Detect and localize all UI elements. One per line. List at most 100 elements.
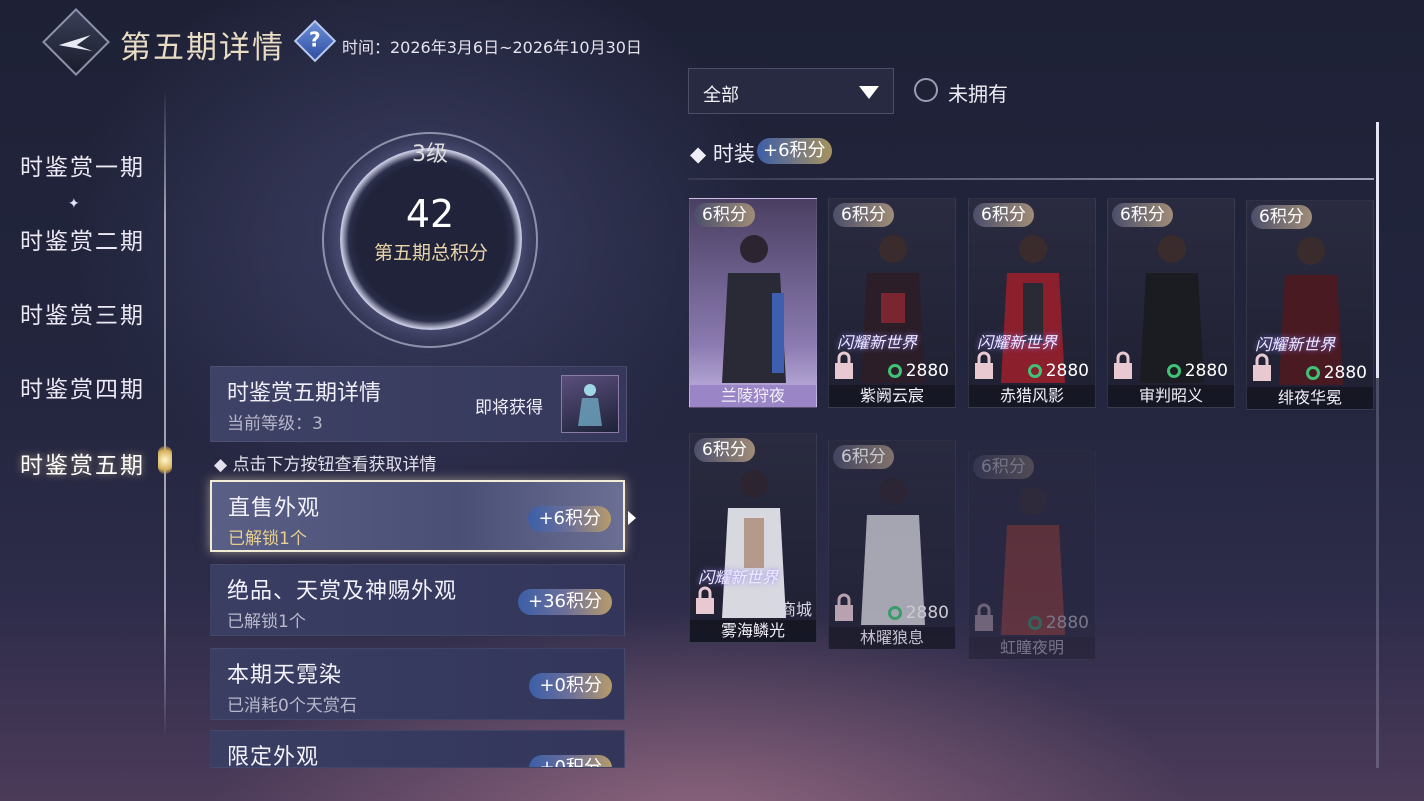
points-badge: 6积分 <box>1251 205 1312 229</box>
menu-sub: 已解锁1个 <box>228 529 307 549</box>
character-figure <box>1279 237 1343 385</box>
points-badge: 6积分 <box>694 438 755 462</box>
outfit-card[interactable]: 6积分 2880 林曜狼息 <box>828 440 956 650</box>
nav-item-period-2[interactable]: 时鉴赏二期 <box>20 222 145 256</box>
character-figure <box>722 470 786 618</box>
price: 2880 <box>887 361 949 381</box>
points-badge: +36积分 <box>518 589 612 615</box>
back-arrow-icon <box>58 35 93 52</box>
lock-icon <box>835 593 853 621</box>
menu-premium[interactable]: 绝品、天赏及神赐外观 已解锁1个 +36积分 <box>210 564 625 636</box>
outfit-card[interactable]: 6积分 闪耀新世界 2880 紫阙云宸 <box>828 198 956 408</box>
outfit-card[interactable]: 6积分 2880 审判昭义 <box>1107 198 1235 408</box>
shop-label: 商城 <box>779 600 812 619</box>
price: 2880 <box>887 603 949 623</box>
menu-sub: 已解锁1个 <box>227 612 306 632</box>
selection-arrow-icon <box>628 511 636 525</box>
not-owned-toggle[interactable] <box>914 78 938 102</box>
outfit-name: 雾海鳞光 <box>690 620 816 642</box>
nav-item-period-5[interactable]: 时鉴赏五期 <box>20 446 145 480</box>
points-badge: +0积分 <box>529 673 612 699</box>
time-range: 时间：2026年3月6日~2026年10月30日 <box>342 38 642 57</box>
dropdown-value: 全部 <box>703 85 739 106</box>
help-button[interactable]: ? <box>293 19 337 63</box>
menu-title: 本期天霓染 <box>227 663 343 688</box>
page-title: 第五期详情 <box>120 30 285 66</box>
points-badge: +6积分 <box>528 506 611 532</box>
menu-dye[interactable]: 本期天霓染 已消耗0个天赏石 +0积分 <box>210 648 625 720</box>
jade-currency-icon <box>1305 366 1320 380</box>
outfit-name: 林曜狼息 <box>829 627 955 649</box>
lock-icon <box>1114 351 1132 379</box>
lock-icon <box>696 586 714 614</box>
jade-currency-icon <box>887 606 902 620</box>
points-badge: 6积分 <box>694 203 755 227</box>
character-figure <box>722 235 786 383</box>
section-divider <box>688 178 1374 180</box>
nav-item-period-4[interactable]: 时鉴赏四期 <box>20 370 145 404</box>
menu-title: 绝品、天赏及神赐外观 <box>227 579 458 604</box>
event-tag: 闪耀新世界 <box>1255 335 1336 354</box>
menu-title: 限定外观 <box>227 745 320 768</box>
scrollbar-thumb[interactable] <box>1376 122 1379 378</box>
outfit-name: 紫阙云宸 <box>829 385 955 407</box>
category-dropdown[interactable]: 全部 <box>688 68 894 114</box>
event-tag: 闪耀新世界 <box>698 568 779 587</box>
period-details-card[interactable]: 时鉴赏五期详情 当前等级：3 即将获得 <box>210 366 627 442</box>
current-level: 当前等级：3 <box>227 414 323 434</box>
nav-divider <box>164 88 166 738</box>
character-figure <box>1001 235 1065 383</box>
outfit-name: 赤猎风影 <box>969 385 1095 407</box>
points-badge: +0积分 <box>529 755 612 767</box>
outfit-name: 兰陵狩夜 <box>690 385 816 407</box>
menu-sub: 已消耗0个天赏石 <box>227 696 357 716</box>
jade-currency-icon <box>1027 364 1042 378</box>
jade-currency-icon <box>1166 364 1181 378</box>
event-tag: 闪耀新世界 <box>977 333 1058 352</box>
level-text: 3级 <box>412 142 448 167</box>
outfit-card[interactable]: 6积分 兰陵狩夜 <box>689 198 817 408</box>
price: 2880 <box>1027 613 1089 633</box>
dropdown-arrow-icon <box>859 86 879 99</box>
period-details-title: 时鉴赏五期详情 <box>227 381 382 406</box>
outfit-name: 虹瞳夜明 <box>969 637 1095 659</box>
section-title: ◆ 时装 <box>690 142 755 166</box>
lock-icon <box>835 351 853 379</box>
nav-active-marker <box>158 446 172 474</box>
coming-soon-label: 即将获得 <box>475 398 543 418</box>
character-figure <box>861 235 925 383</box>
figure-icon <box>578 384 602 426</box>
outfit-card[interactable]: 6积分 2880 虹瞳夜明 <box>968 450 1096 660</box>
event-tag: 闪耀新世界 <box>837 333 918 352</box>
lock-icon <box>1253 353 1271 381</box>
outfit-card[interactable]: 6积分 闪耀新世界 2880 赤猎风影 <box>968 198 1096 408</box>
price: 2880 <box>1027 361 1089 381</box>
character-figure <box>861 477 925 625</box>
outfit-name: 绯夜华冕 <box>1247 387 1373 409</box>
points-badge: 6积分 <box>833 445 894 469</box>
nav-item-period-1[interactable]: 时鉴赏一期 <box>20 148 145 182</box>
character-figure <box>1001 487 1065 635</box>
character-figure <box>1140 235 1204 383</box>
not-owned-label[interactable]: 未拥有 <box>948 78 1008 107</box>
jade-currency-icon <box>887 364 902 378</box>
outfit-card[interactable]: 6积分 闪耀新世界 2880 绯夜华冕 <box>1246 200 1374 410</box>
points-badge: 6积分 <box>973 203 1034 227</box>
outfit-card[interactable]: 6积分 闪耀新世界 商城 雾海鳞光 <box>689 433 817 643</box>
lock-icon <box>975 603 993 631</box>
outfit-name: 审判昭义 <box>1108 385 1234 407</box>
lock-icon <box>975 351 993 379</box>
back-button[interactable] <box>42 8 110 76</box>
points-badge: 6积分 <box>833 203 894 227</box>
price: 2880 <box>1305 363 1367 383</box>
menu-limited[interactable]: 限定外观 +0积分 <box>210 730 625 768</box>
section-points: +6积分 <box>757 138 832 164</box>
menu-title: 直售外观 <box>228 496 321 521</box>
points-badge: 6积分 <box>1112 203 1173 227</box>
points-badge: 6积分 <box>973 455 1034 479</box>
nav-item-period-3[interactable]: 时鉴赏三期 <box>20 296 145 330</box>
sparkle-icon: ✦ <box>68 196 80 212</box>
menu-direct-sale[interactable]: 直售外观 已解锁1个 +6积分 <box>210 480 625 552</box>
price: 2880 <box>1166 361 1228 381</box>
reward-thumbnail[interactable] <box>561 375 619 433</box>
